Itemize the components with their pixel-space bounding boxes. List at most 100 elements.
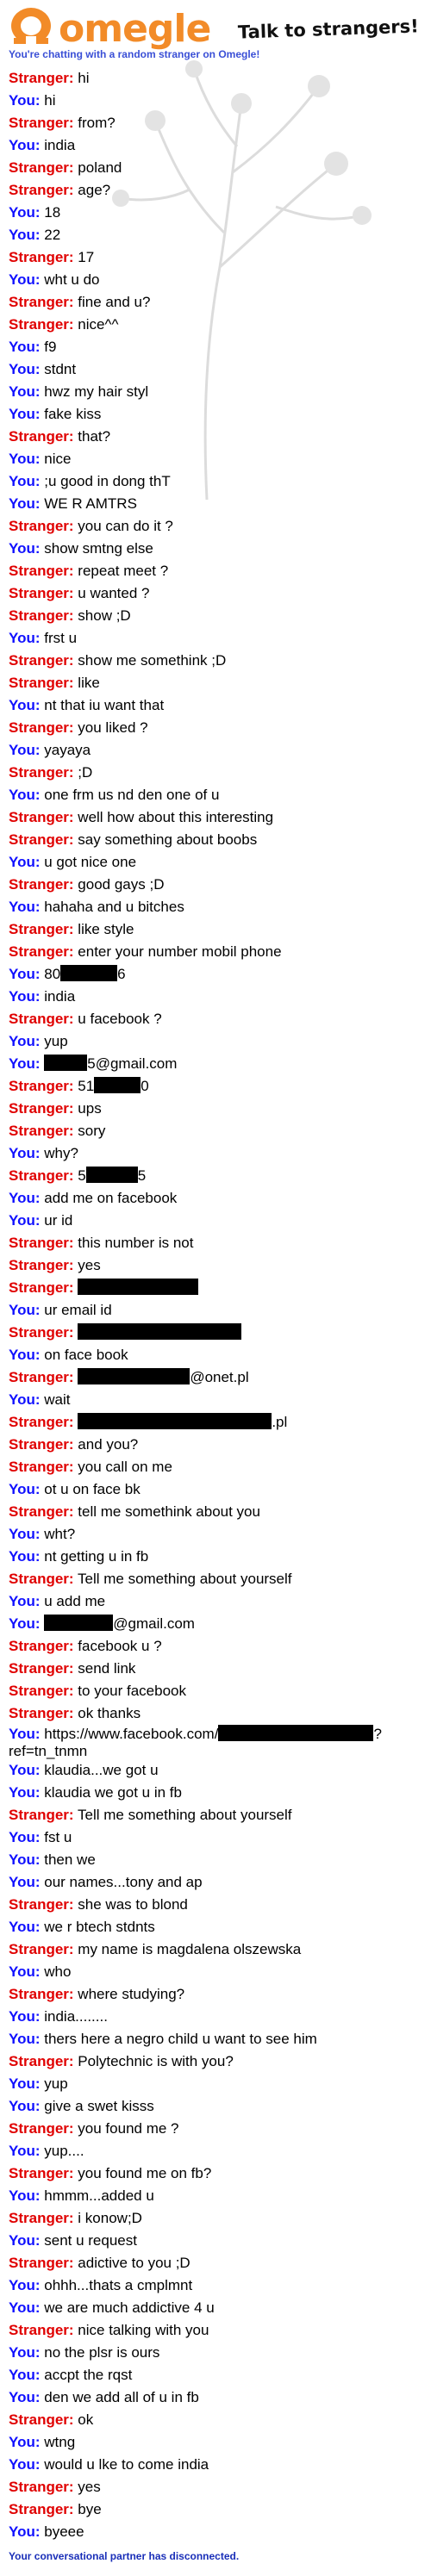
message-text: show smtng else [40,540,153,557]
message-text: ok thanks [73,1705,141,1721]
stranger-label: Stranger: [9,1011,74,1027]
message-text: bye [73,2501,102,2517]
message-text: why? [40,1145,78,1161]
omegle-logo-icon [11,8,51,45]
message-text: poland [73,159,122,176]
you-message: You: yup [9,1030,422,1053]
stranger-message: Stranger: where studying? [9,1983,422,2006]
message-text: good gays ;D [73,876,165,893]
you-label: You: [9,451,41,467]
stranger-message: Stranger: from? [9,112,422,134]
you-label: You: [9,1347,41,1363]
message-text: 0 [141,1078,149,1094]
message-text: you liked ? [73,719,148,736]
redaction-bar [44,1055,88,1071]
message-text: yup.... [40,2143,84,2159]
stranger-message: Stranger: poland [9,157,422,179]
you-message: You: no the plsr is ours [9,2342,422,2364]
stranger-message: Stranger: nice^^ [9,314,422,336]
you-message: You: 22 [9,224,422,246]
you-label: You: [9,697,41,713]
stranger-message: Stranger: enter your number mobil phone [9,941,422,963]
message-text: you can do it ? [73,518,173,534]
you-message: You: add me on facebook [9,1187,422,1210]
message-text: add me on facebook [40,1190,178,1206]
you-label: You: [9,988,41,1005]
you-label: You: [9,137,41,153]
you-label: You: [9,1190,41,1206]
message-text: yup [40,1033,68,1049]
you-message: You: fst u [9,1826,422,1849]
you-label: You: [9,1851,41,1868]
you-message: You: india........ [9,2006,422,2028]
message-text: ok [73,2411,94,2428]
message-text: nt that iu want that [40,697,165,713]
stranger-label: Stranger: [9,719,74,736]
stranger-message: Stranger: and you? [9,1434,422,1456]
you-message: You: fake kiss [9,403,422,426]
stranger-label: Stranger: [9,2120,74,2137]
you-message: You: would u lke to come india [9,2454,422,2476]
stranger-label: Stranger: [9,607,74,624]
stranger-message: Stranger: ok thanks [9,1702,422,1725]
you-message: You: ot u on face bk [9,1478,422,1501]
you-label: You: [9,1391,41,1408]
you-message: You: wht u do [9,269,422,291]
you-label: You: [9,1762,41,1778]
message-text: wht u do [40,271,100,288]
message-text: fst u [40,1829,72,1845]
stranger-message: Stranger: show me somethink ;D [9,650,422,672]
message-text: nt getting u in fb [40,1548,149,1565]
stranger-label: Stranger: [9,2322,74,2338]
you-message: You: one frm us nd den one of u [9,784,422,806]
redaction-bar [60,965,118,981]
you-label: You: [9,2344,41,2361]
redaction-bar [85,1167,138,1183]
stranger-message: Stranger: my name is magdalena olszewska [9,1938,422,1961]
you-message: You: thers here a negro child u want to … [9,2028,422,2050]
message-text: you found me on fb? [73,2165,212,2181]
stranger-message: Stranger: like [9,672,422,694]
message-text: ;u good in dong thT [40,473,171,489]
you-message: You: f9 [9,336,422,358]
you-message: You: frst u [9,627,422,650]
you-message: You: nice [9,448,422,470]
you-label: You: [9,1212,41,1229]
you-label: You: [9,1302,41,1318]
you-label: You: [9,1033,41,1049]
message-text: ;D [73,764,93,781]
stranger-message: Stranger: to your facebook [9,1680,422,1702]
you-message: You: who [9,1961,422,1983]
message-text: show ;D [73,607,131,624]
message-text: klaudia we got u in fb [40,1784,182,1801]
message-text: my name is magdalena olszewska [73,1941,302,1957]
message-text: where studying? [73,1986,185,2002]
stranger-message: Stranger: hi [9,67,422,90]
stranger-label: Stranger: [9,1078,74,1094]
you-message: You: wtng [9,2431,422,2454]
stranger-label: Stranger: [9,1986,74,2002]
message-text: 18 [40,204,61,221]
message-text: Tell me something about yourself [73,1807,292,1823]
message-text: on face book [40,1347,128,1363]
message-text: 17 [73,249,95,265]
message-text: repeat meet ? [73,563,169,579]
message-text: our names...tony and ap [40,1874,203,1890]
you-message: You: ur email id [9,1299,422,1322]
you-label: You: [9,2277,41,2293]
stranger-message: Stranger: this number is not [9,1232,422,1254]
message-text: no the plsr is ours [40,2344,160,2361]
message-text: fake kiss [40,406,102,422]
stranger-message: Stranger: adictive to you ;D [9,2252,422,2274]
you-label: You: [9,495,41,512]
logo-text: omegle [59,7,211,51]
message-text: .pl [272,1414,288,1430]
you-label: You: [9,227,41,243]
message-text: sory [73,1123,106,1139]
stranger-message: Stranger: sory [9,1120,422,1142]
you-message: You: @gmail.com [9,1613,422,1635]
stranger-message: Stranger: u facebook ? [9,1008,422,1030]
message-text: we r btech stdnts [40,1919,155,1935]
stranger-label: Stranger: [9,2501,74,2517]
stranger-message: Stranger: Tell me something about yourse… [9,1804,422,1826]
